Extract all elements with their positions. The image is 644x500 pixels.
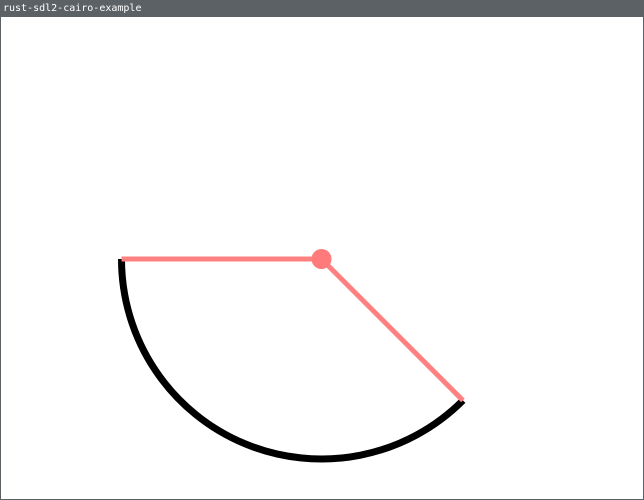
window-title: rust-sdl2-cairo-example: [3, 3, 142, 14]
window-titlebar[interactable]: rust-sdl2-cairo-example: [1, 1, 643, 17]
cairo-drawing: [118, 249, 466, 463]
guide-line-right: [319, 257, 465, 403]
center-marker: [311, 249, 332, 269]
app-window: rust-sdl2-cairo-example: [0, 0, 644, 500]
arc-stroke: [118, 258, 466, 463]
drawing-canvas[interactable]: [1, 17, 643, 499]
